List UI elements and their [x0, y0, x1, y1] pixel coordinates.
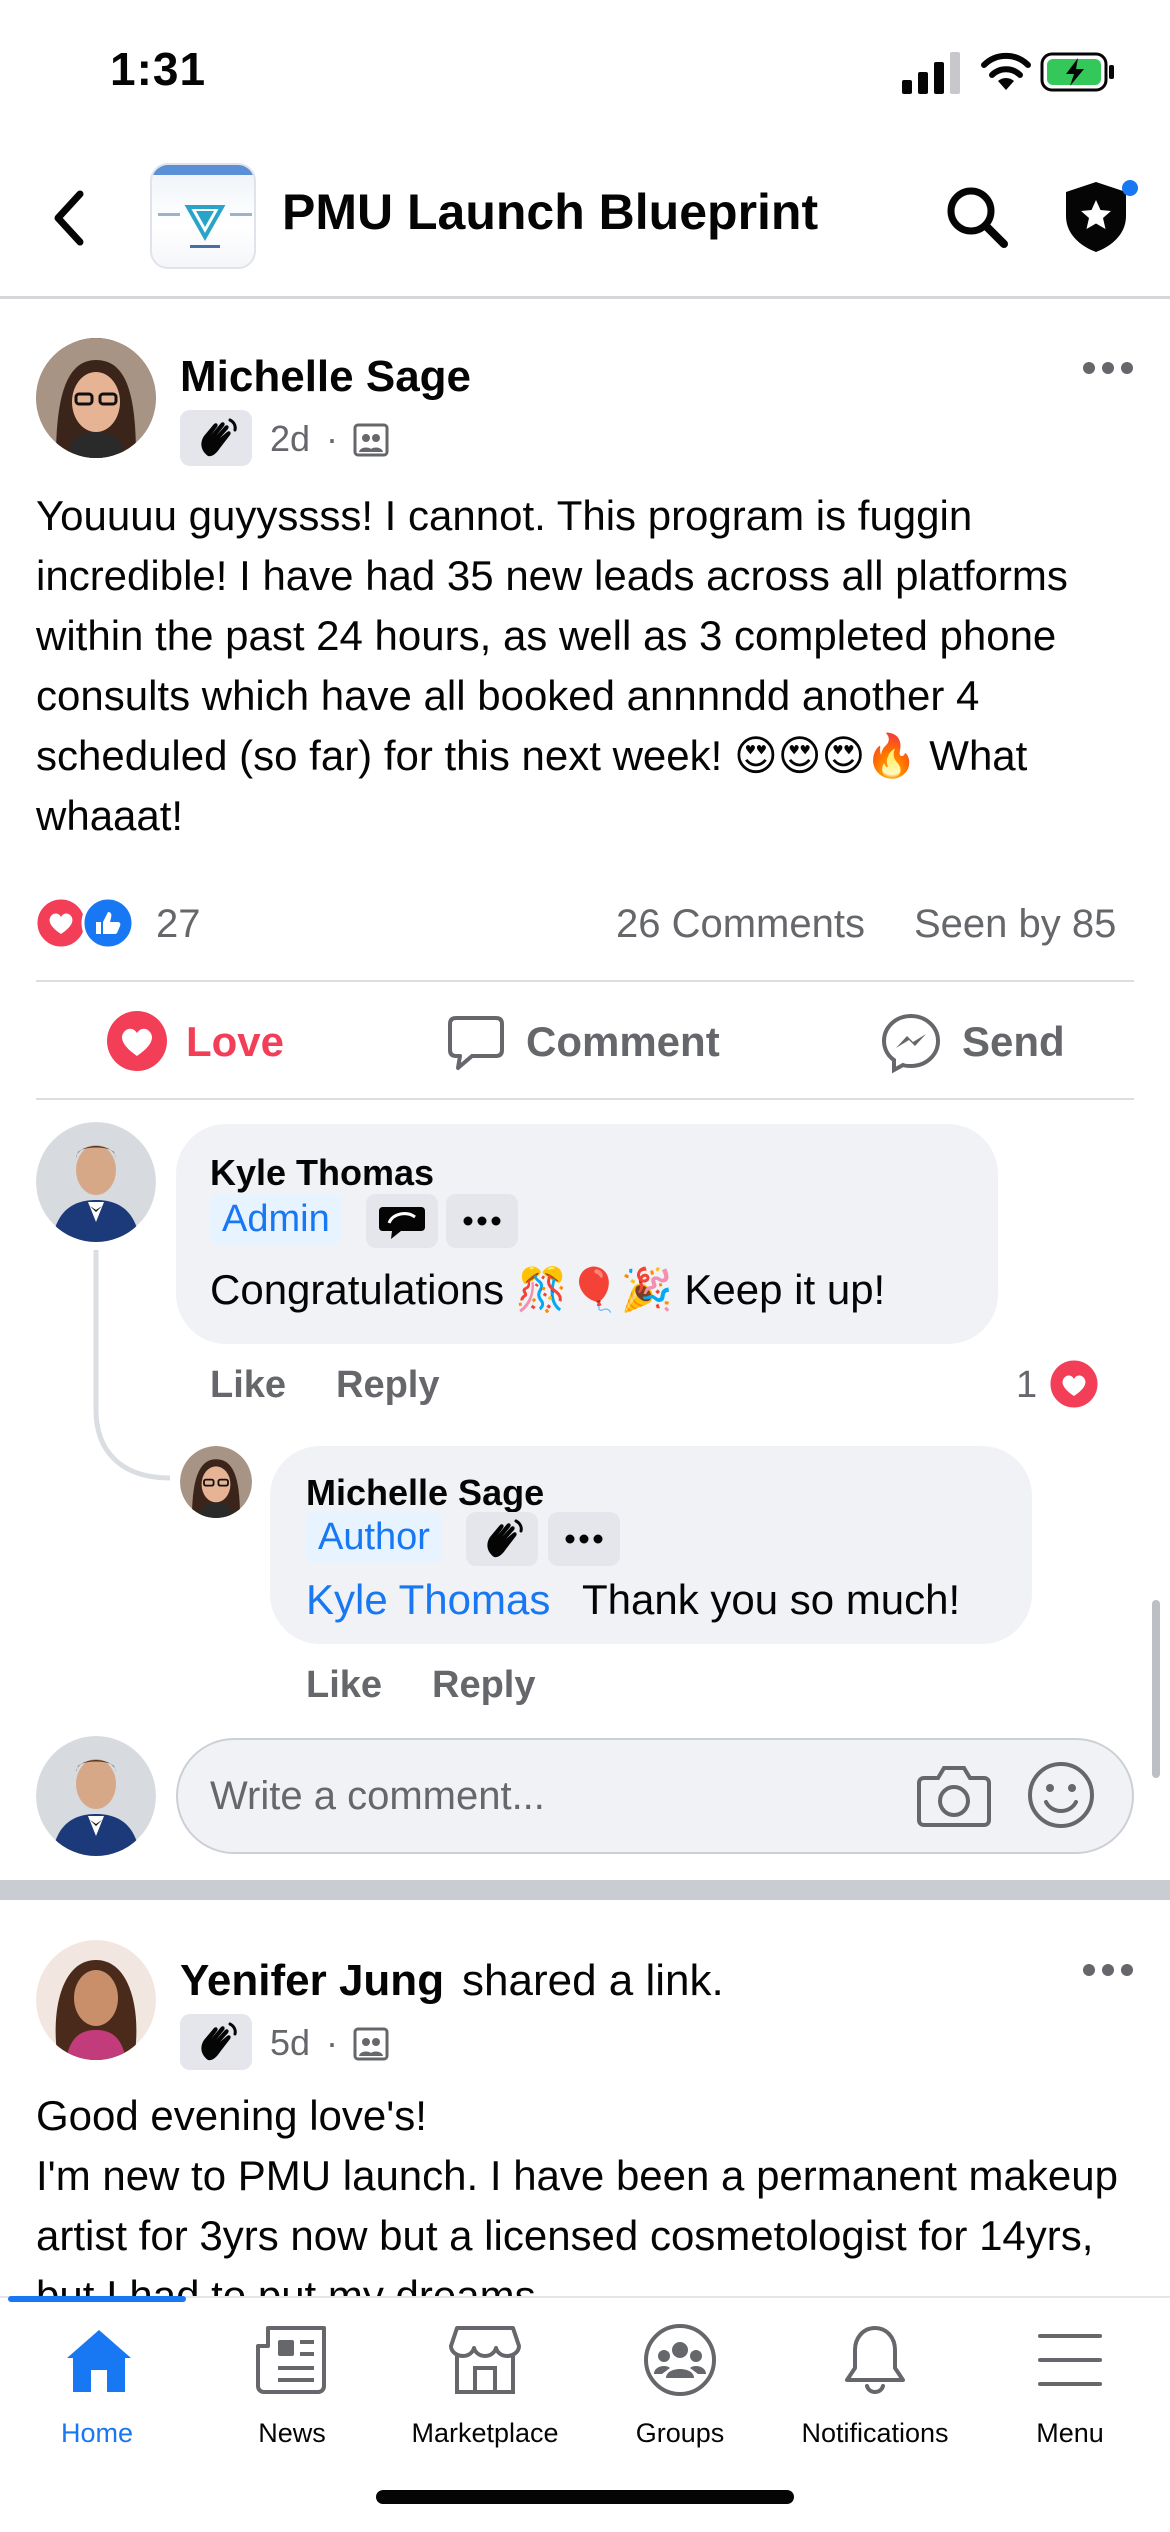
tab-news-label: News: [258, 2418, 326, 2448]
group-logo-icon: [152, 165, 254, 248]
status-time: 1:31: [110, 43, 207, 95]
camera-icon[interactable]: [916, 1762, 992, 1828]
send-button[interactable]: Send: [880, 1008, 1080, 1076]
wave-hand-icon: [201, 2022, 237, 2061]
love-button[interactable]: Love: [106, 1008, 296, 1076]
back-button[interactable]: [50, 190, 90, 246]
meta-separator: ·: [326, 418, 338, 459]
menu-icon: [1038, 2334, 1102, 2386]
post2-body-text: I'm new to PMU launch. I have been a per…: [36, 2152, 1118, 2296]
post2-greeting: Good evening love's!: [36, 2092, 427, 2139]
tab-home-label: Home: [60, 2418, 134, 2448]
reply-mention-link[interactable]: Kyle Thomas: [306, 1576, 550, 1624]
reply-author-avatar[interactable]: [180, 1446, 252, 1518]
send-label: Send: [962, 1018, 1065, 1065]
reply-more-badges-chip[interactable]: [548, 1512, 620, 1566]
reply-member-badge-chip[interactable]: [466, 1512, 538, 1566]
feed-separator: [0, 1880, 1170, 1900]
group-members-privacy-icon: [353, 2027, 389, 2061]
more-badges-chip[interactable]: [446, 1194, 518, 1248]
groups-icon: [644, 2324, 716, 2396]
wave-hand-icon: [487, 1519, 523, 1558]
reaction-summary-icon[interactable]: [34, 896, 138, 950]
more-icon: [463, 1216, 501, 1226]
more-icon: [565, 1534, 603, 1544]
news-icon: [256, 2326, 326, 2394]
post-timestamp[interactable]: 2d: [270, 418, 310, 460]
comment-icon: [448, 1016, 504, 1070]
comment-reply-button[interactable]: Reply: [336, 1364, 439, 1407]
messenger-icon: [881, 1013, 941, 1074]
scrollbar[interactable]: [1152, 1600, 1160, 1778]
comments-count[interactable]: 26 Comments: [616, 902, 865, 947]
post-body-text: Youuuu guyyssss! I cannot. This program …: [36, 492, 1068, 839]
search-icon[interactable]: [944, 184, 1010, 250]
actions-divider: [36, 1098, 1134, 1100]
post2-options-icon[interactable]: [1082, 1962, 1134, 1978]
reply-reply-button[interactable]: Reply: [432, 1664, 535, 1707]
comment-reaction-count[interactable]: 1: [1016, 1364, 1037, 1407]
home-indicator[interactable]: [376, 2490, 794, 2504]
composer-placeholder: Write a comment...: [210, 1774, 545, 1818]
admin-badge[interactable]: Admin: [210, 1194, 342, 1245]
avatar-photo: [36, 338, 156, 458]
group-title[interactable]: PMU Launch Blueprint: [282, 183, 818, 241]
tab-groups-label: Groups: [635, 2418, 725, 2448]
post2-member-badge-chip[interactable]: [180, 2014, 252, 2070]
author-badge[interactable]: Author: [306, 1512, 442, 1563]
tab-marketplace-label: Marketplace: [411, 2418, 559, 2448]
active-tab-indicator: [8, 2296, 186, 2302]
conversation-starter-badge[interactable]: [366, 1194, 438, 1248]
bell-icon: [845, 2326, 905, 2394]
love-reaction-icon: [107, 1011, 167, 1071]
post2-action-text: shared a link.: [462, 1956, 724, 2005]
comment-author-avatar[interactable]: [36, 1122, 156, 1242]
tab-notifications-label: Notifications: [801, 2418, 949, 2448]
wave-hand-icon: [201, 418, 237, 457]
group-cover-thumbnail[interactable]: [150, 163, 256, 269]
post2-timestamp[interactable]: 5d: [270, 2022, 310, 2064]
post2-author-name[interactable]: Yenifer Jung: [180, 1956, 444, 2006]
reaction-count[interactable]: 27: [156, 902, 201, 947]
conversation-badge-icon: [379, 1207, 425, 1239]
post-author-avatar[interactable]: [36, 338, 156, 458]
comment-text: Congratulations 🎊🎈🎉 Keep it up!: [210, 1266, 886, 1313]
avatar-photo: [36, 1940, 156, 2060]
cellular-signal-icon: [902, 52, 960, 94]
avatar-photo: [36, 1736, 156, 1856]
reply-text: Thank you so much!: [582, 1576, 961, 1623]
post-author-name[interactable]: Michelle Sage: [180, 352, 471, 402]
comment-author-name[interactable]: Kyle Thomas: [210, 1152, 434, 1194]
marketplace-icon: [449, 2326, 521, 2394]
wifi-icon: [981, 52, 1031, 90]
tab-menu-label: Menu: [1036, 2418, 1104, 2448]
battery-charging-icon: [1040, 52, 1114, 92]
reactions-divider: [36, 980, 1134, 982]
emoji-icon[interactable]: [1026, 1760, 1096, 1830]
thread-connector-line: [93, 1250, 171, 1481]
header-divider: [0, 296, 1170, 299]
seen-by-count[interactable]: Seen by 85: [914, 902, 1116, 947]
admin-tools-shield-icon[interactable]: [1060, 178, 1140, 254]
group-members-privacy-icon: [353, 423, 389, 457]
composer-avatar[interactable]: [36, 1736, 156, 1856]
love-label: Love: [186, 1018, 285, 1065]
post-options-icon[interactable]: [1082, 360, 1134, 376]
comment-like-button[interactable]: Like: [210, 1364, 286, 1407]
post2-author-avatar[interactable]: [36, 1940, 156, 2060]
comment-label: Comment: [526, 1018, 720, 1065]
reply-like-button[interactable]: Like: [306, 1664, 382, 1707]
home-icon: [67, 2330, 131, 2392]
meta-separator: ·: [326, 2022, 338, 2063]
comment-button[interactable]: Comment: [446, 1008, 736, 1076]
reply-author-name[interactable]: Michelle Sage: [306, 1472, 544, 1514]
avatar-photo: [180, 1446, 252, 1518]
comment-love-reaction-icon[interactable]: [1048, 1358, 1100, 1410]
avatar-photo: [36, 1122, 156, 1242]
member-badge-chip[interactable]: [180, 410, 252, 466]
